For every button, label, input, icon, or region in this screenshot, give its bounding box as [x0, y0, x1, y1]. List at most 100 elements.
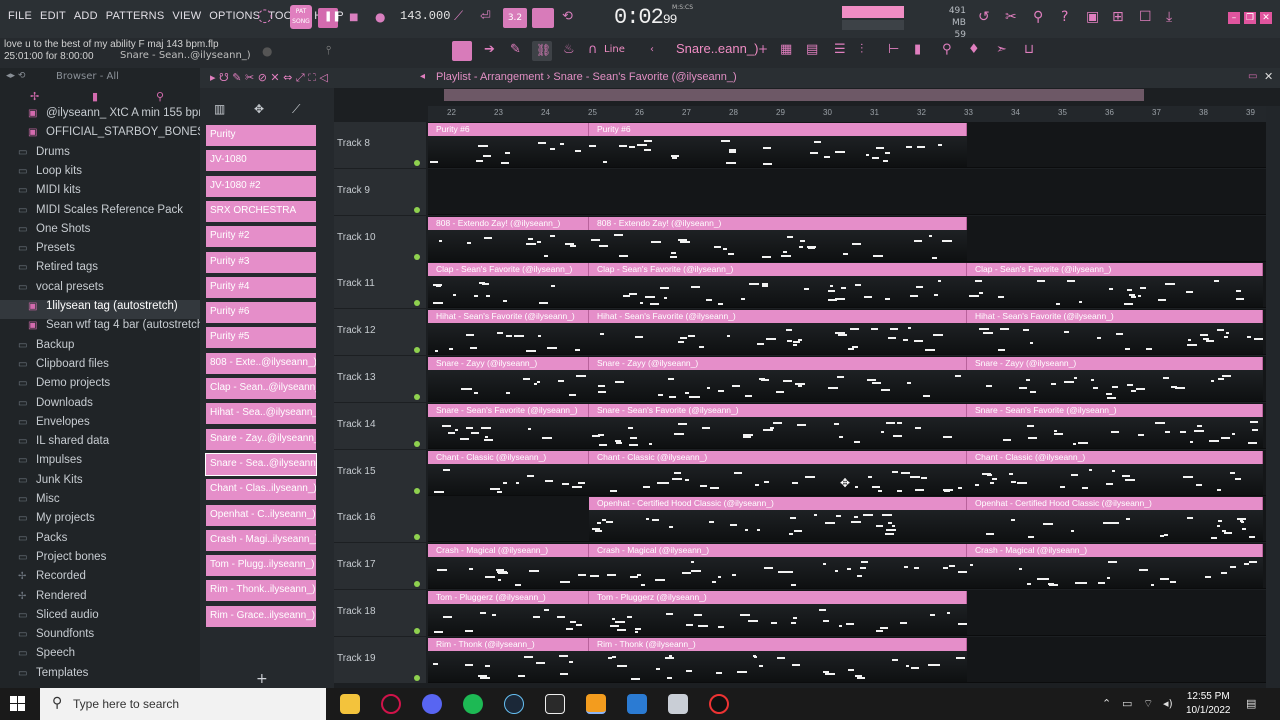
browser-item[interactable]: ▭ Templates [0, 667, 200, 686]
track-header[interactable]: Track 10 [334, 215, 426, 262]
pattern-clip[interactable]: Chant - Classic (@ilyseann_) [967, 450, 1263, 495]
close-button[interactable]: ✕ [1260, 12, 1272, 24]
magnet-snap-icon[interactable]: ∩ [588, 42, 598, 57]
browser-bookmark-icon[interactable]: ▮ [92, 90, 98, 103]
pattern-clip[interactable]: Purity #6 [589, 123, 967, 167]
mixer-icon[interactable]: ⊞ [1112, 9, 1124, 25]
pencil-icon[interactable]: ⟋ [292, 102, 300, 117]
pattern-item[interactable]: Purity #3 [206, 251, 316, 273]
draw-tool-icon[interactable]: ✎ [510, 42, 521, 57]
track-header[interactable]: Track 15 [334, 449, 426, 496]
snap-mode-label[interactable]: Line [604, 44, 625, 55]
taskbar-clock[interactable]: 12:55 PM 10/1/2022 [1186, 690, 1231, 718]
pattern-item[interactable]: Clap - Sean..@ilyseann_) [206, 378, 316, 399]
track-lane[interactable]: Tom - Pluggerz (@ilyseann_) Tom - Plugger… [428, 590, 1266, 636]
track-active-led[interactable] [414, 440, 420, 447]
pattern-clip[interactable]: Clap - Sean's Favorite (@ilyseann_) [967, 263, 1263, 308]
steam-icon[interactable] [504, 694, 524, 714]
timeline-ruler[interactable] [428, 106, 1266, 122]
pattern-clip[interactable]: Crash - Magical (@ilyseann_) [967, 544, 1263, 589]
track-header[interactable]: Track 11 [334, 262, 426, 309]
playlist-menu-icon[interactable]: ◂ [420, 71, 425, 82]
browser-item[interactable]: ▭ IL shared data [0, 435, 200, 454]
menu-add[interactable]: ADD [70, 10, 102, 22]
track-header[interactable]: Track 12 [334, 309, 426, 356]
pattern-clip[interactable]: Openhat - Certified Hood Classic (@ilyse… [967, 497, 1263, 542]
pattern-clip[interactable]: Snare - Sean's Favorite (@ilyseann_) [428, 403, 589, 448]
pattern-item[interactable]: Purity #2 [206, 226, 316, 248]
pattern-item[interactable]: Chant - Clas..ilyseann_) [206, 479, 316, 501]
channel-rack-icon[interactable]: ▦ [780, 42, 792, 57]
archive-icon[interactable] [668, 694, 688, 714]
pat-song-toggle[interactable]: PAT SONG [290, 5, 312, 29]
add-pattern-button[interactable]: + [256, 671, 268, 687]
master-pitch-knob-icon[interactable]: ● [262, 44, 272, 58]
play-button[interactable]: ❚❚ [318, 8, 341, 28]
piano-icon[interactable]: ▥ [214, 102, 225, 116]
menu-file[interactable]: FILE [4, 10, 36, 22]
browser-search-icon[interactable]: ⚲ [156, 90, 164, 103]
basket-icon[interactable]: ⊔ [1024, 42, 1034, 57]
cut-icon[interactable]: ✂ [1005, 9, 1017, 25]
pattern-clip[interactable]: Clap - Sean's Favorite (@ilyseann_) [589, 263, 967, 308]
cpu-knob-icon[interactable]: ◌ [257, 5, 273, 26]
pattern-clip[interactable]: Crash - Magical (@ilyseann_) [428, 544, 589, 589]
track-header[interactable]: Track 19 [334, 636, 426, 683]
tempo-display[interactable]: 143.000 [400, 9, 450, 23]
link-button[interactable]: ⛓ [532, 41, 552, 61]
tray-device-icon[interactable]: ▭ [1122, 697, 1132, 710]
pattern-item[interactable]: JV-1080 #2 [206, 175, 316, 197]
browser-item[interactable]: ▭ MIDI Scales Reference Pack [0, 204, 200, 223]
pattern-prev-icon[interactable]: ‹ [650, 44, 654, 55]
file-explorer-icon[interactable] [340, 694, 360, 714]
pattern-item[interactable]: Crash - Magi..ilyseann_) [206, 529, 316, 551]
help-icon[interactable]: ? [1061, 9, 1068, 25]
countdown-button[interactable]: 3.2 [503, 8, 527, 28]
browser-item[interactable]: ▣ OFFICIAL_STARBOY_BONES_808 [0, 126, 200, 145]
track-active-led[interactable] [414, 534, 420, 541]
pattern-item[interactable]: SRX ORCHESTRA [206, 200, 316, 222]
track-header[interactable]: Track 9 [334, 168, 426, 215]
pattern-clip[interactable]: Snare - Zayy (@ilyseann_) [967, 357, 1263, 401]
browser-item[interactable]: ▭ Loop kits [0, 165, 200, 184]
track-header[interactable]: Track 14 [334, 402, 426, 449]
arrow-right-icon[interactable]: ➔ [484, 42, 495, 57]
spotify-icon[interactable] [463, 694, 483, 714]
browser-item[interactable]: ▭ Clipboard files [0, 358, 200, 377]
track-lane[interactable]: Snare - Sean's Favorite (@ilyseann_) Snar… [428, 402, 1266, 449]
plugin-picker-icon[interactable]: ▮ [914, 42, 921, 57]
browser-item[interactable]: ▭ Project bones [0, 551, 200, 570]
step-edit-button[interactable] [532, 8, 554, 28]
add-pattern-icon[interactable]: + [758, 42, 768, 56]
track-active-led[interactable] [414, 581, 420, 588]
track-lane[interactable]: Openhat - Certified Hood Classic (@ilyse… [428, 496, 1266, 543]
browser-item[interactable]: ▭ Drums [0, 146, 200, 165]
pattern-item[interactable]: Openhat - C..ilyseann_) [206, 504, 316, 526]
track-lane[interactable]: Snare - Zayy (@ilyseann_) Snare - Zayy (@… [428, 356, 1266, 402]
pattern-clip[interactable]: Hihat - Sean's Favorite (@ilyseann_) [428, 310, 589, 355]
track-lane[interactable]: Hihat - Sean's Favorite (@ilyseann_) Hiha… [428, 309, 1266, 356]
pattern-clip[interactable]: Clap - Sean's Favorite (@ilyseann_) [428, 263, 589, 308]
stop-icon[interactable]: ■ [349, 12, 358, 23]
track-header[interactable]: Track 17 [334, 543, 426, 590]
fl-studio-icon[interactable] [586, 694, 606, 714]
pattern-item[interactable]: Purity #6 [206, 302, 316, 324]
track-lane[interactable]: Purity #6 Purity #6 [428, 122, 1266, 168]
browser-expand-icon[interactable]: ✢ [30, 90, 39, 103]
track-active-led[interactable] [414, 253, 420, 260]
stamp-icon[interactable]: ♨ [563, 42, 575, 57]
record-icon[interactable]: ● [375, 10, 385, 24]
browser-tree-icon[interactable]: ⊢ [888, 42, 899, 57]
track-header[interactable]: Track 8 [334, 122, 426, 168]
pattern-selector[interactable]: Snare..eann_) [676, 41, 758, 56]
undo-history-icon[interactable]: ↺ [978, 9, 990, 25]
app-window-icon[interactable] [627, 694, 647, 714]
chat-icon[interactable]: ☐ [1139, 9, 1152, 25]
pattern-clip[interactable]: 808 - Extendo Zay! (@ilyseann_) [589, 216, 967, 261]
pattern-clip[interactable]: Purity #6 [428, 123, 589, 167]
browser-item[interactable]: ▭ Envelopes [0, 416, 200, 435]
browser-item[interactable]: ▭ MIDI kits [0, 184, 200, 203]
pattern-clip[interactable]: Rim - Thonk (@ilyseann_) [589, 637, 967, 682]
track-active-led[interactable] [414, 674, 420, 681]
mixer-view-icon[interactable]: ☰ [834, 42, 846, 57]
